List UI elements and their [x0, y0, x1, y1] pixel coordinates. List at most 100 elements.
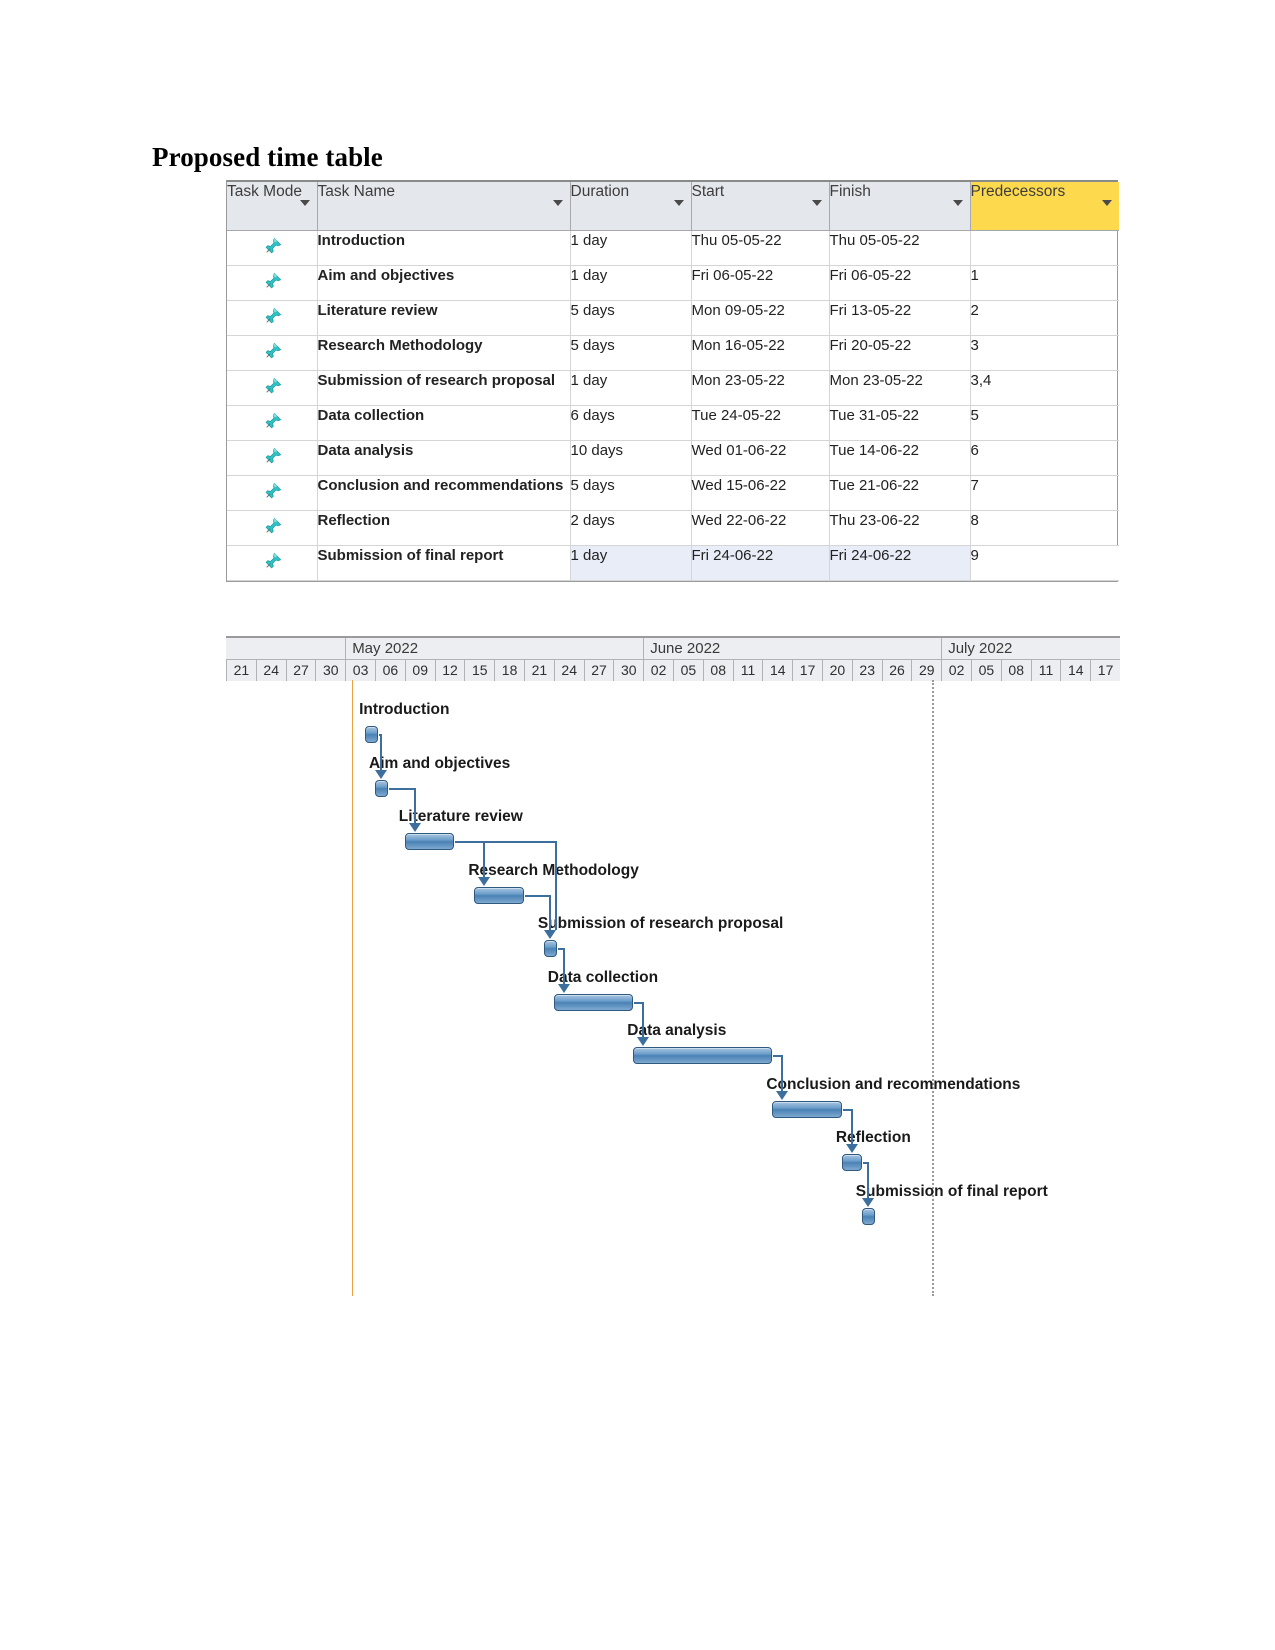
cell-task-mode[interactable]: [227, 440, 318, 476]
chevron-down-icon[interactable]: [1102, 200, 1112, 206]
cell-task-name[interactable]: Reflection: [317, 510, 571, 546]
cell-finish[interactable]: Tue 31-05-22: [829, 405, 971, 441]
cell-start[interactable]: Mon 09-05-22: [691, 300, 830, 336]
cell-predecessors[interactable]: 5: [970, 405, 1119, 441]
cell-duration[interactable]: 1 day: [570, 370, 692, 406]
cell-duration[interactable]: 1 day: [570, 545, 692, 581]
cell-predecessors[interactable]: 3,4: [970, 370, 1119, 406]
dependency-arrow: [845, 1144, 858, 1153]
cell-start[interactable]: Mon 16-05-22: [691, 335, 830, 371]
cell-finish[interactable]: Thu 23-06-22: [829, 510, 971, 546]
cell-duration[interactable]: 1 day: [570, 230, 692, 266]
column-header-task-name[interactable]: Task Name: [317, 182, 571, 231]
chevron-down-icon[interactable]: [952, 200, 963, 206]
gantt-bar[interactable]: [861, 1207, 875, 1225]
gantt-bar[interactable]: [772, 1100, 842, 1118]
column-header-start[interactable]: Start: [691, 182, 830, 231]
cell-finish[interactable]: Fri 24-06-22: [829, 545, 971, 581]
table-row[interactable]: Data collection 6 days Tue 24-05-22 Tue 31-…: [227, 405, 1119, 441]
cell-start[interactable]: Fri 06-05-22: [691, 265, 830, 301]
gantt-day-tick: 14: [762, 660, 793, 681]
table-row[interactable]: Research Methodology 5 days Mon 16-05-22 Fr…: [227, 335, 1119, 371]
table-row[interactable]: Conclusion and recommendations 5 days Wed …: [227, 475, 1119, 511]
cell-finish[interactable]: Mon 23-05-22: [829, 370, 971, 406]
cell-predecessors[interactable]: 8: [970, 510, 1119, 546]
cell-duration[interactable]: 1 day: [570, 265, 692, 301]
dependency-arrow: [776, 1090, 789, 1100]
gantt-bar[interactable]: [474, 886, 524, 904]
chevron-down-icon[interactable]: [552, 200, 563, 206]
cell-predecessors[interactable]: 2: [970, 300, 1119, 336]
cell-finish[interactable]: Fri 06-05-22: [829, 265, 971, 301]
cell-finish[interactable]: Tue 21-06-22: [829, 475, 971, 511]
gantt-bar[interactable]: [404, 833, 455, 850]
cell-task-name[interactable]: Submission of final report: [317, 545, 571, 581]
cell-start[interactable]: Fri 24-06-22: [691, 545, 830, 581]
cell-task-mode[interactable]: [227, 265, 318, 301]
cell-predecessors[interactable]: [970, 230, 1119, 266]
gantt-bar[interactable]: [543, 940, 557, 957]
cell-start[interactable]: Wed 15-06-22: [691, 475, 830, 511]
cell-task-name[interactable]: Conclusion and recommendations: [317, 475, 571, 511]
column-header-duration[interactable]: Duration: [570, 182, 692, 231]
cell-finish[interactable]: Fri 13-05-22: [829, 300, 971, 336]
cell-duration[interactable]: 5 days: [570, 335, 692, 371]
cell-predecessors[interactable]: 1: [970, 265, 1119, 301]
column-header-finish[interactable]: Finish: [829, 182, 971, 231]
table-row[interactable]: Submission of research proposal 1 day Mon …: [227, 370, 1119, 406]
cell-task-mode[interactable]: [227, 405, 318, 441]
cell-duration[interactable]: 5 days: [570, 475, 692, 511]
cell-task-mode[interactable]: [227, 545, 318, 581]
gantt-day-tick: 06: [375, 660, 405, 681]
cell-task-name[interactable]: Literature review: [317, 300, 571, 336]
cell-task-name[interactable]: Submission of research proposal: [317, 370, 571, 406]
cell-start[interactable]: Tue 24-05-22: [691, 405, 830, 441]
cell-start[interactable]: Wed 22-06-22: [691, 510, 830, 546]
gantt-bar[interactable]: [633, 1047, 773, 1064]
cell-predecessors[interactable]: 7: [970, 475, 1119, 511]
cell-start[interactable]: Wed 01-06-22: [691, 440, 830, 476]
cell-task-name[interactable]: Research Methodology: [317, 335, 571, 371]
table-row[interactable]: Submission of final report 1 day Fri 24-06…: [227, 545, 1119, 581]
cell-start[interactable]: Mon 23-05-22: [691, 370, 830, 406]
gantt-bar[interactable]: [375, 779, 388, 797]
table-row[interactable]: Literature review 5 days Mon 09-05-22 Fri 1…: [227, 300, 1119, 336]
cell-task-name[interactable]: Introduction: [317, 230, 571, 266]
table-header-row: Task Mode Task Name Duration Start Finis…: [227, 182, 1119, 231]
table-row[interactable]: Aim and objectives 1 day Fri 06-05-22 Fri 0…: [227, 265, 1119, 301]
gantt-plot-area: Introduction Aim and objectives Literature…: [226, 680, 1120, 1296]
gantt-day-tick: 24: [553, 660, 584, 681]
cell-duration[interactable]: 6 days: [570, 405, 692, 441]
cell-task-name[interactable]: Data collection: [317, 405, 571, 441]
cell-predecessors[interactable]: 3: [970, 335, 1119, 371]
chevron-down-icon[interactable]: [673, 200, 684, 206]
column-header-predecessors[interactable]: Predecessors: [970, 182, 1119, 231]
cell-predecessors[interactable]: 9: [970, 545, 1119, 581]
cell-predecessors[interactable]: 6: [970, 440, 1119, 476]
dependency-link: [483, 841, 486, 877]
cell-duration[interactable]: 2 days: [570, 510, 692, 546]
cell-duration[interactable]: 5 days: [570, 300, 692, 336]
chevron-down-icon[interactable]: [811, 200, 822, 206]
cell-task-mode[interactable]: [227, 510, 318, 546]
table-row[interactable]: Data analysis 10 days Wed 01-06-22 Tue 14-0…: [227, 440, 1119, 476]
cell-task-name[interactable]: Data analysis: [317, 440, 571, 476]
table-row[interactable]: Introduction 1 day Thu 05-05-22 Thu 05-05-2…: [227, 230, 1119, 266]
cell-task-mode[interactable]: [227, 335, 318, 371]
cell-finish[interactable]: Tue 14-06-22: [829, 440, 971, 476]
cell-task-mode[interactable]: [227, 475, 318, 511]
cell-finish[interactable]: Thu 05-05-22: [829, 230, 971, 266]
table-row[interactable]: Reflection 2 days Wed 22-06-22 Thu 23-06-22…: [227, 510, 1119, 546]
column-header-task-mode[interactable]: Task Mode: [227, 182, 318, 231]
gantt-bar[interactable]: [841, 1154, 862, 1171]
chevron-down-icon[interactable]: [299, 200, 310, 206]
cell-start[interactable]: Thu 05-05-22: [691, 230, 830, 266]
gantt-bar[interactable]: [365, 726, 379, 743]
cell-task-name[interactable]: Aim and objectives: [317, 265, 571, 301]
cell-task-mode[interactable]: [227, 230, 318, 266]
gantt-bar[interactable]: [553, 993, 634, 1011]
cell-task-mode[interactable]: [227, 370, 318, 406]
cell-duration[interactable]: 10 days: [570, 440, 692, 476]
cell-task-mode[interactable]: [227, 300, 318, 336]
cell-finish[interactable]: Fri 20-05-22: [829, 335, 971, 371]
